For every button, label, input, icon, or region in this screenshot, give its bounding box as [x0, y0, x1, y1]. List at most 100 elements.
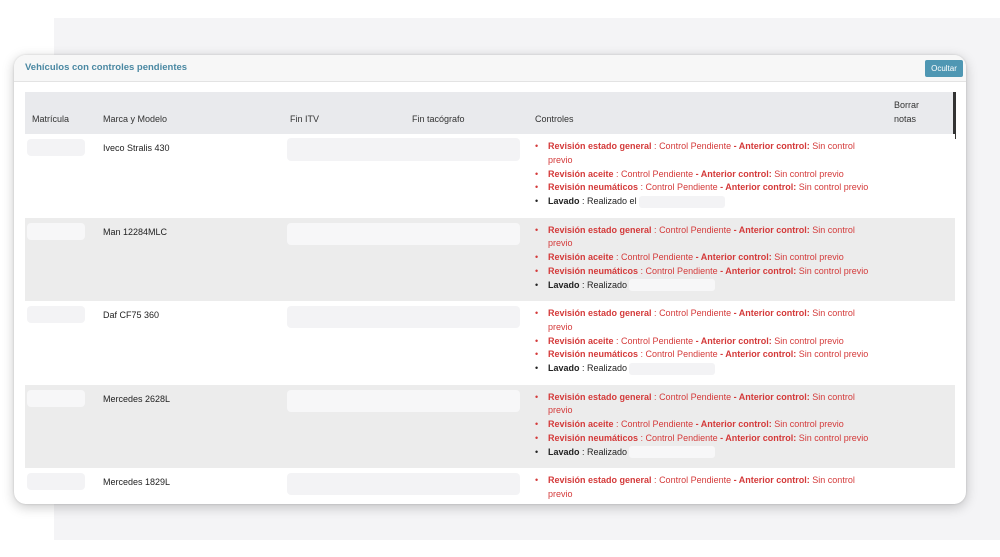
itv-tachograph-cell-redacted [287, 389, 520, 412]
control-name: Revisión estado general [548, 308, 652, 318]
wash-status: Realizado [587, 363, 628, 374]
previous-control-label: Anterior control: [700, 252, 772, 263]
table-row: Mercedes 2628L • Revisión estado general… [25, 384, 955, 469]
column-brand-model: Marca y Modelo [103, 114, 168, 124]
separator: : [579, 196, 588, 207]
hide-button[interactable]: Ocultar [925, 60, 963, 77]
control-wash: • Lavado : Realizado el [535, 195, 875, 209]
brand-model-cell: Mercedes 1829L [103, 477, 171, 487]
wash-status: Realizado [587, 446, 628, 457]
table-body: Iveco Stralis 430 • Revisión estado gene… [25, 134, 955, 504]
control-name: Revisión neumáticos [548, 349, 639, 360]
itv-tachograph-cell-redacted [287, 473, 520, 495]
column-delete-notes-line2: notas [894, 114, 917, 124]
control-oil: • Revisión aceite : Control Pendiente - … [535, 251, 875, 265]
separator: - [731, 141, 739, 151]
control-general: • Revisión estado general : Control Pend… [535, 224, 875, 252]
wash-date-redacted [629, 362, 716, 375]
bullet-icon: • [535, 446, 539, 457]
separator: - [693, 168, 701, 179]
bullet-icon: • [535, 363, 539, 374]
separator: - [731, 391, 739, 402]
previous-control-value: Sin control previo [771, 252, 844, 263]
itv-tachograph-cell-redacted [287, 222, 520, 245]
column-controls: Controles [535, 114, 574, 124]
previous-control-label: Anterior control: [738, 308, 810, 318]
separator: - [693, 335, 701, 346]
controls-cell: • Revisión estado general : Control Pend… [535, 307, 875, 376]
control-oil: • Revisión aceite : Control Pendiente - … [535, 418, 875, 432]
previous-control-value: Sin control previo [796, 182, 869, 193]
brand-model-cell: Man 12284MLC [103, 226, 168, 237]
control-status: Control Pendiente [621, 335, 694, 346]
table-row: Daf CF75 360 • Revisión estado general :… [25, 301, 955, 386]
separator: : [651, 224, 660, 235]
control-status: Control Pendiente [645, 265, 718, 276]
column-delete-notes-line1: Borrar [894, 100, 920, 110]
control-general: • Revisión estado general : Control Pend… [535, 391, 875, 419]
control-general: • Revisión estado general : Control Pend… [535, 474, 875, 502]
control-status: Control Pendiente [659, 308, 732, 318]
previous-control-value: Sin control previo [796, 265, 869, 276]
bullet-icon: • [535, 308, 539, 318]
control-tyres: • Revisión neumáticos : Control Pendient… [535, 181, 875, 195]
separator: : [651, 391, 660, 402]
controls-cell: • Revisión estado general : Control Pend… [535, 391, 875, 460]
previous-control-label: Anterior control: [700, 419, 772, 430]
controls-cell: • Revisión estado general : Control Pend… [535, 140, 875, 209]
control-tyres: • Revisión neumáticos : Control Pendient… [535, 265, 875, 279]
separator: : [651, 475, 660, 485]
wash-status: Realizado [587, 279, 628, 290]
wash-date-redacted [629, 279, 716, 292]
previous-control-label: Anterior control: [725, 349, 797, 360]
column-tachograph-end: Fin tacógrafo [412, 114, 465, 124]
table-row: Man 12284MLC • Revisión estado general :… [25, 217, 955, 302]
separator: : [638, 265, 646, 276]
column-plate: Matrícula [32, 114, 70, 124]
previous-control-value: Sin control previo [771, 168, 844, 179]
itv-tachograph-cell-redacted [287, 306, 520, 328]
previous-control-label: Anterior control: [701, 503, 772, 504]
control-name: Revisión aceite [548, 335, 614, 346]
control-general: • Revisión estado general : Control Pend… [535, 307, 875, 335]
scrollbar-thumb[interactable] [953, 92, 956, 139]
control-name: Revisión estado general [548, 224, 652, 235]
control-status: Control Pendiente [659, 141, 732, 151]
control-name: Revisión estado general [548, 475, 652, 485]
bullet-icon: • [535, 182, 539, 193]
bullet-icon: • [535, 391, 539, 402]
control-status: Control Pendiente [645, 432, 718, 443]
separator: - [731, 475, 739, 485]
separator: : [579, 363, 588, 374]
separator: : [613, 335, 622, 346]
itv-tachograph-cell-redacted [287, 138, 520, 161]
previous-control-value: Sin control previo [771, 335, 844, 346]
plate-cell-redacted [27, 473, 85, 490]
control-status: Control Pendiente [621, 419, 694, 430]
table-row: Iveco Stralis 430 • Revisión estado gene… [25, 134, 955, 219]
bullet-icon: • [535, 419, 539, 430]
bullet-icon: • [535, 279, 539, 290]
previous-control-value: Sin control previo [772, 503, 844, 504]
control-name: Revisión neumáticos [548, 265, 639, 276]
separator: : [638, 349, 646, 360]
separator: : [638, 432, 646, 443]
previous-control-label: Anterior control: [725, 265, 797, 276]
control-status: Control Pendiente [659, 391, 732, 402]
control-status: Control Pendiente [621, 168, 694, 179]
control-name: Revisión aceite [548, 503, 614, 504]
control-oil: • Revisión aceite : Control Pendiente - … [535, 502, 875, 504]
bullet-icon: • [535, 335, 539, 346]
control-name: Revisión estado general [548, 391, 652, 402]
column-itv-end: Fin ITV [290, 114, 320, 124]
control-name: Revisión neumáticos [548, 432, 639, 443]
brand-model-cell: Mercedes 2628L [103, 393, 171, 404]
wash-date-redacted [638, 195, 725, 208]
bullet-icon: • [535, 224, 539, 235]
separator: - [693, 252, 701, 263]
control-general: • Revisión estado general : Control Pend… [535, 140, 875, 168]
brand-model-cell: Iveco Stralis 430 [103, 143, 170, 153]
control-status: Control Pendiente [621, 503, 693, 504]
plate-cell-redacted [27, 389, 85, 407]
separator: - [731, 308, 739, 318]
